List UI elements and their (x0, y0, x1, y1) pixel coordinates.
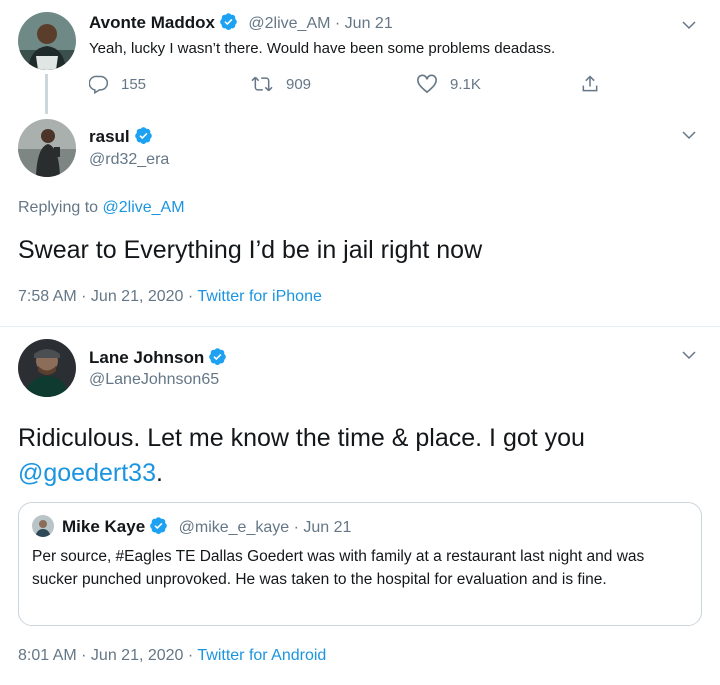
avatar-lane-johnson[interactable] (18, 339, 76, 397)
share-button[interactable] (580, 74, 612, 94)
thread-connector (45, 74, 48, 114)
chevron-down-icon[interactable] (680, 126, 698, 144)
chevron-down-icon[interactable] (680, 16, 698, 34)
chevron-down-icon[interactable] (680, 346, 698, 364)
quoted-author-name: Mike Kaye (62, 517, 146, 536)
tweet3-text-body: Ridiculous. Let me know the time & place… (18, 424, 585, 452)
retweet-button[interactable]: 909 (250, 74, 311, 94)
verified-badge-icon (150, 517, 167, 534)
tweet3-timestamp[interactable]: 8:01 AM · Jun 21, 2020 · (18, 647, 197, 664)
tweet-divider (0, 326, 720, 327)
share-icon (582, 75, 598, 92)
avatar-mike-kaye (32, 515, 54, 537)
verified-badge-icon (220, 13, 237, 30)
like-icon (417, 74, 437, 94)
tweet2-author-name[interactable]: rasul (89, 127, 130, 146)
avatar-avonte-maddox[interactable] (18, 12, 76, 70)
tweet1-author-name[interactable]: Avonte Maddox (89, 13, 215, 32)
quoted-tweet-header: Mike Kaye @mike_e_kaye · Jun 21 (62, 516, 351, 537)
tweet2-handle[interactable]: @rd32_era (89, 151, 169, 169)
replying-to-mention[interactable]: @2live_AM (103, 199, 185, 216)
tweet2-source[interactable]: Twitter for iPhone (197, 288, 322, 305)
verified-badge-icon (134, 127, 152, 144)
reply-count: 155 (121, 75, 147, 93)
tweet3-text-end: . (155, 459, 163, 487)
tweet2-timestamp[interactable]: 7:58 AM · Jun 21, 2020 · (18, 288, 197, 305)
reply-button[interactable]: 155 (89, 74, 146, 94)
tweet3-meta: 8:01 AM · Jun 21, 2020 · Twitter for And… (18, 647, 326, 665)
tweet3-author-name[interactable]: Lane Johnson (89, 348, 204, 367)
quoted-handle: @mike_e_kaye (178, 519, 290, 536)
tweet1-header: Avonte Maddox @2live_AM · Jun 21 (89, 12, 393, 33)
tweet1-separator: · (334, 15, 341, 32)
retweet-count: 909 (286, 75, 312, 93)
avatar-rasul[interactable] (18, 119, 76, 177)
like-button[interactable]: 9.1K (416, 74, 481, 94)
replying-to-prefix: Replying to (18, 199, 103, 216)
tweet1-date[interactable]: Jun 21 (345, 15, 393, 32)
tweet2-meta: 7:58 AM · Jun 21, 2020 · Twitter for iPh… (18, 288, 322, 306)
tweet2-text: Swear to Everything I’d be in jail right… (18, 236, 483, 264)
retweet-icon (251, 76, 273, 92)
tweet3-header: Lane Johnson (89, 347, 227, 368)
quoted-tweet-text: Per source, #Eagles TE Dallas Goedert wa… (32, 548, 645, 588)
verified-badge-icon (209, 348, 227, 365)
quoted-date: Jun 21 (303, 519, 352, 536)
tweet2-header: rasul (89, 126, 153, 147)
tweet1-handle[interactable]: @2live_AM (248, 15, 330, 32)
like-count: 9.1K (450, 75, 481, 93)
reply-icon (89, 75, 109, 94)
tweet3-text: Ridiculous. Let me know the time & place… (18, 421, 708, 491)
quoted-separator: · (293, 519, 299, 536)
tweet3-mention[interactable]: @goedert33 (18, 459, 156, 487)
tweet1-text: Yeah, lucky I wasn’t there. Would have b… (89, 40, 556, 57)
replying-to-line: Replying to @2live_AM (18, 199, 185, 217)
tweet3-handle[interactable]: @LaneJohnson65 (89, 371, 219, 389)
tweet3-source[interactable]: Twitter for Android (197, 647, 326, 664)
